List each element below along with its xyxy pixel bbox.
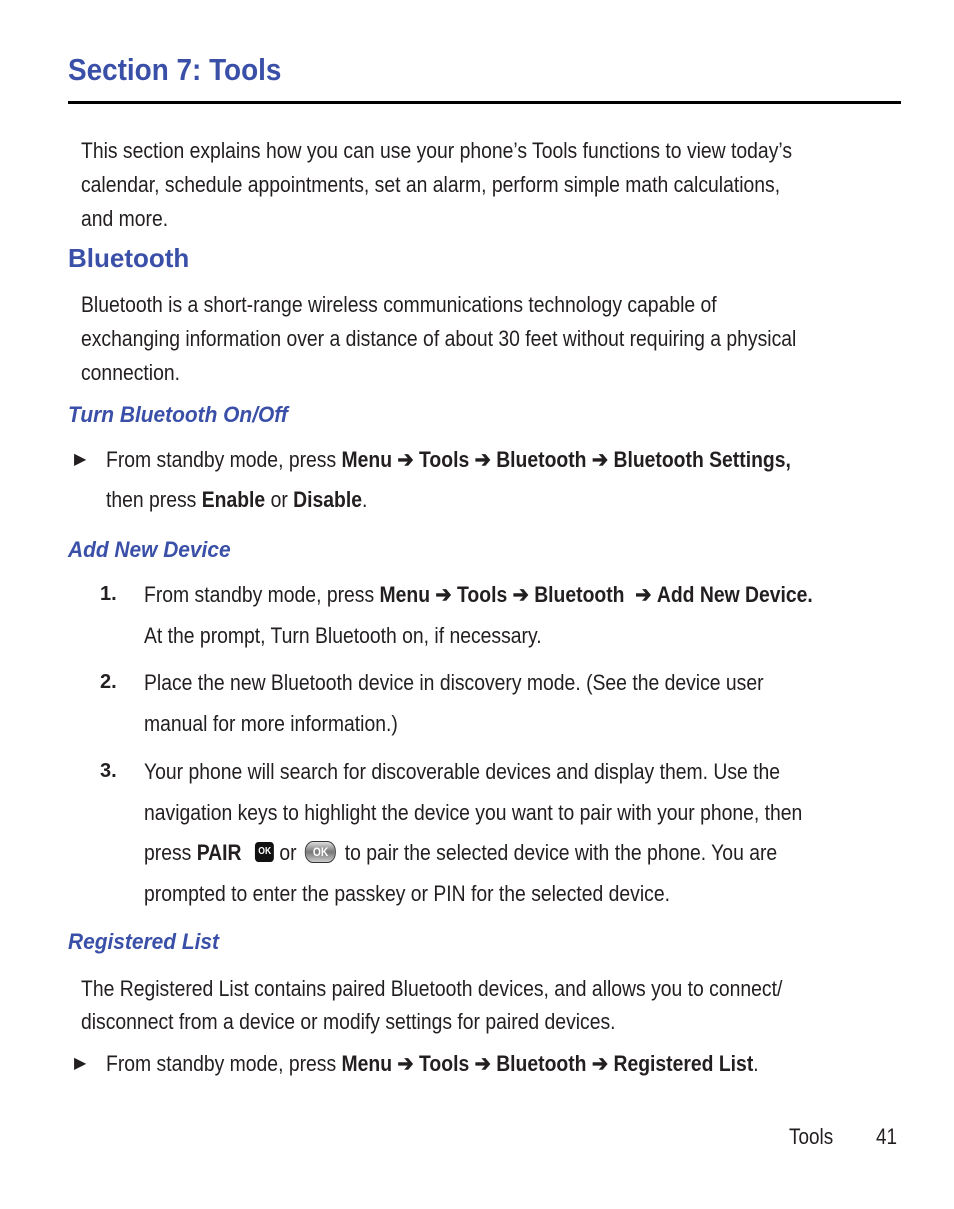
step-3-line-3: press PAIR OK or OK to pair the selected dev… [144,840,778,865]
page-number: 41 [876,1124,898,1149]
intro-line: This section explains how you can use yo… [81,138,792,163]
bluetooth-paragraph: Bluetooth is a short-range wireless comm… [81,288,898,390]
registered-list-instruction: ▶ From standby mode, press Menu ➔ Tools … [74,1044,924,1084]
bullet-triangle-icon: ▶ [74,451,87,468]
instruction-line: From standby mode, press Menu ➔ Tools ➔ … [106,1051,759,1076]
title-rule [68,101,901,104]
instruction-line-2: then press Enable or Disable. [106,487,368,512]
footer-section-label: Tools [789,1124,834,1149]
step-2-line-2: manual for more information.) [144,711,398,736]
step-3-line-2: navigation keys to highlight the device … [144,800,803,825]
section-title: Section 7: Tools [68,52,282,87]
bluetooth-line: exchanging information over a distance o… [81,326,797,351]
bullet-triangle-icon: ▶ [74,1055,87,1072]
intro-line: and more. [81,206,169,231]
ok-button-icon: OK [305,841,337,864]
manual-page: Section 7: Tools This section explains h… [0,0,954,1209]
step-number: 3. [100,760,117,782]
bluetooth-heading: Bluetooth [68,243,190,273]
registered-list-line: disconnect from a device or modify setti… [81,1009,616,1034]
turn-on-off-instruction: ▶ From standby mode, press Menu ➔ Tools … [74,440,924,520]
step-number: 2. [100,671,117,693]
intro-line: calendar, schedule appointments, set an … [81,172,781,197]
step-3-line-1: Your phone will search for discoverable … [144,759,781,784]
turn-on-off-heading: Turn Bluetooth On/Off [68,402,288,427]
step-number: 1. [100,583,117,605]
step-1-line-2: At the prompt, Turn Bluetooth on, if nec… [144,623,542,648]
registered-list-paragraph: The Registered List contains paired Blue… [81,972,898,1038]
ok-key-icon: OK [255,842,275,863]
step-1-line-1: From standby mode, press Menu ➔ Tools ➔ … [144,582,813,607]
step-2-line-1: Place the new Bluetooth device in discov… [144,670,764,695]
add-new-device-heading: Add New Device [68,537,231,562]
registered-list-line: The Registered List contains paired Blue… [81,976,783,1001]
instruction-line-1: From standby mode, press Menu ➔ Tools ➔ … [106,447,791,472]
step-3-line-4: prompted to enter the passkey or PIN for… [144,881,670,906]
bluetooth-line: Bluetooth is a short-range wireless comm… [81,292,717,317]
intro-paragraph: This section explains how you can use yo… [81,134,898,236]
bluetooth-line: connection. [81,360,180,385]
registered-list-heading: Registered List [68,929,219,954]
